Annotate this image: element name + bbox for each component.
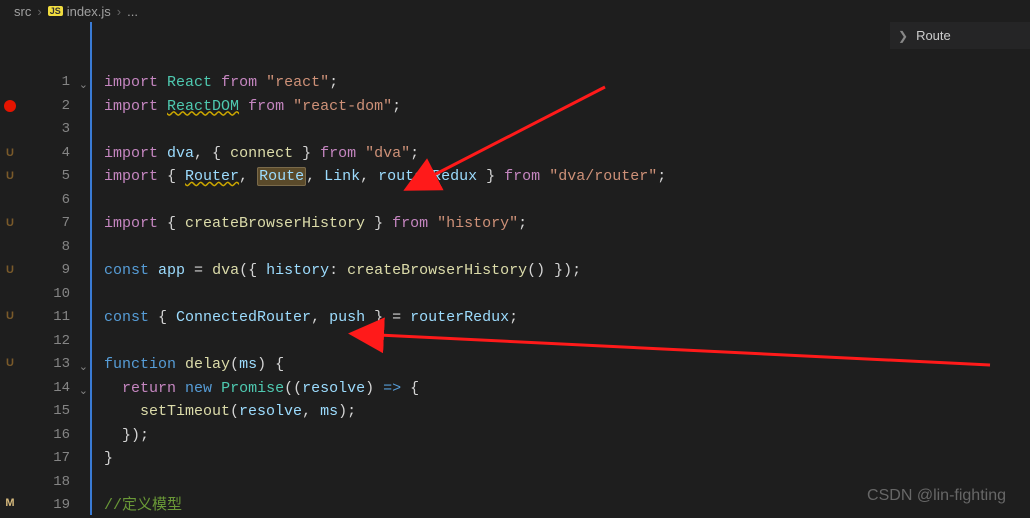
breadcrumb-sep: › (117, 4, 121, 19)
breadcrumb[interactable]: src › JS index.js › ... (0, 0, 1030, 22)
gutter-cell (0, 235, 20, 258)
gutter-cell (0, 468, 20, 491)
breadcrumb-overflow[interactable]: ... (127, 4, 138, 19)
gutter-cell (0, 71, 20, 94)
git-marker[interactable]: U (0, 211, 20, 234)
line-number[interactable]: 15 (20, 400, 90, 424)
line-number[interactable]: 2 (20, 95, 90, 119)
git-marker[interactable]: U (0, 141, 20, 164)
gutter-cell (0, 445, 20, 468)
gutter-cell (0, 375, 20, 398)
line-number[interactable]: 16 (20, 424, 90, 448)
gutter-cell (0, 398, 20, 421)
gutter-cell (0, 422, 20, 445)
line-number[interactable]: 4 (20, 142, 90, 166)
breadcrumb-file[interactable]: index.js (67, 4, 111, 19)
line-number[interactable]: 13⌄ (20, 353, 90, 377)
git-marker[interactable]: M (0, 492, 20, 515)
line-number[interactable]: 10 (20, 283, 90, 307)
watermark-text: CSDN @lin-fighting (867, 487, 1006, 505)
code-content[interactable]: import React from "react"; import ReactD… (90, 22, 1030, 515)
line-number[interactable]: 11 (20, 306, 90, 330)
line-number[interactable]: 14⌄ (20, 377, 90, 401)
line-number[interactable]: 6 (20, 189, 90, 213)
line-number[interactable]: 5 (20, 165, 90, 189)
line-number[interactable]: 9 (20, 259, 90, 283)
git-marker[interactable]: U (0, 305, 20, 328)
git-marker[interactable]: U (0, 165, 20, 188)
breadcrumb-folder[interactable]: src (14, 4, 31, 19)
gutter-cell (0, 188, 20, 211)
gutter-cell (0, 118, 20, 141)
breakpoint-icon[interactable] (0, 94, 20, 117)
line-number[interactable]: 3 (20, 118, 90, 142)
editor: UUUUUUM 1⌄2345678910111213⌄14⌄1516171819… (0, 22, 1030, 515)
breadcrumb-sep: › (37, 4, 41, 19)
line-number[interactable]: 18 (20, 471, 90, 495)
glyph-margin[interactable]: UUUUUUM (0, 22, 20, 515)
gutter-cell (0, 281, 20, 304)
line-number-gutter[interactable]: 1⌄2345678910111213⌄14⌄1516171819 (20, 22, 90, 515)
line-number[interactable]: 8 (20, 236, 90, 260)
line-number[interactable]: 19 (20, 494, 90, 518)
line-number[interactable]: 7 (20, 212, 90, 236)
git-marker[interactable]: U (0, 258, 20, 281)
js-badge-icon: JS (48, 6, 63, 16)
git-marker[interactable]: U (0, 352, 20, 375)
gutter-cell (0, 328, 20, 351)
line-number[interactable]: 17 (20, 447, 90, 471)
line-number[interactable]: 1⌄ (20, 71, 90, 95)
line-number[interactable]: 12 (20, 330, 90, 354)
